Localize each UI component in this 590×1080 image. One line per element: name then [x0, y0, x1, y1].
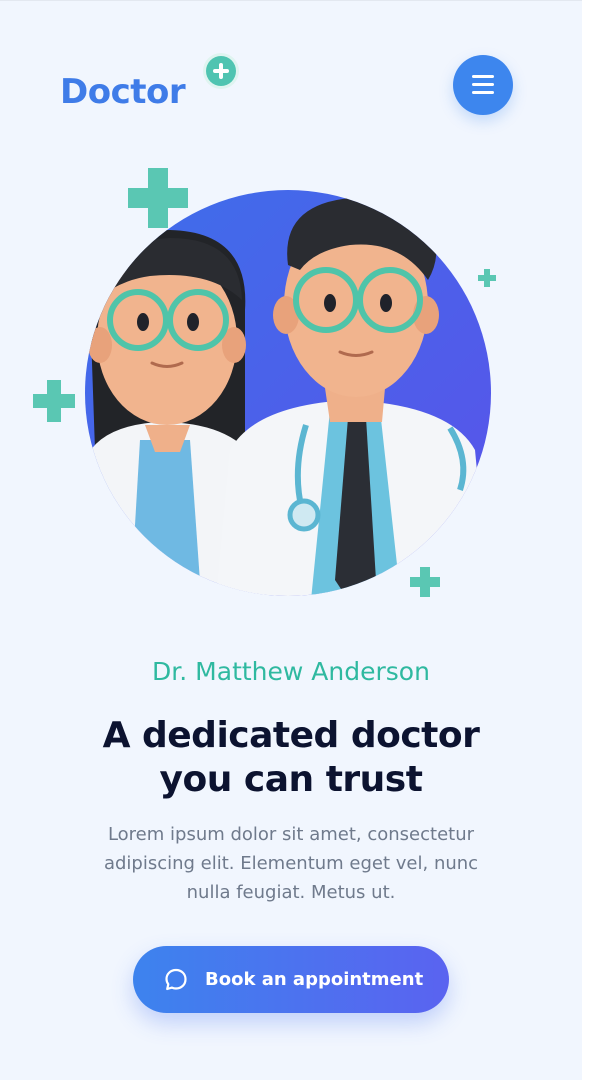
logo-text: Doctor [60, 72, 186, 112]
doctor-name: Dr. Matthew Anderson [152, 657, 430, 686]
hamburger-icon-bar [472, 75, 494, 78]
two-doctors-illustration [33, 168, 496, 597]
book-appointment-label: Book an appointment [205, 969, 424, 990]
top-divider [0, 0, 582, 1]
page-title: A dedicated doctor you can trust [0, 714, 582, 802]
plus-icon [410, 567, 440, 597]
menu-button[interactable] [453, 55, 513, 115]
plus-icon [33, 380, 75, 422]
logo[interactable]: Doctor [60, 56, 236, 120]
hamburger-icon-bar [472, 83, 494, 86]
page: Doctor Dr. Matthew Anderson A dedicated … [0, 0, 582, 1080]
plus-icon [128, 168, 188, 228]
headline-line-2: you can trust [159, 759, 423, 800]
description: Lorem ipsum dolor sit amet, consectetur … [103, 824, 479, 903]
plus-icon [206, 56, 236, 86]
headline-line-1: A dedicated doctor [102, 715, 480, 756]
hamburger-icon-bar [472, 91, 494, 94]
book-appointment-button[interactable]: Book an appointment [133, 946, 449, 1013]
chat-bubble-icon [165, 968, 187, 991]
plus-icon [478, 269, 496, 287]
right-edge-strip [582, 0, 590, 1080]
